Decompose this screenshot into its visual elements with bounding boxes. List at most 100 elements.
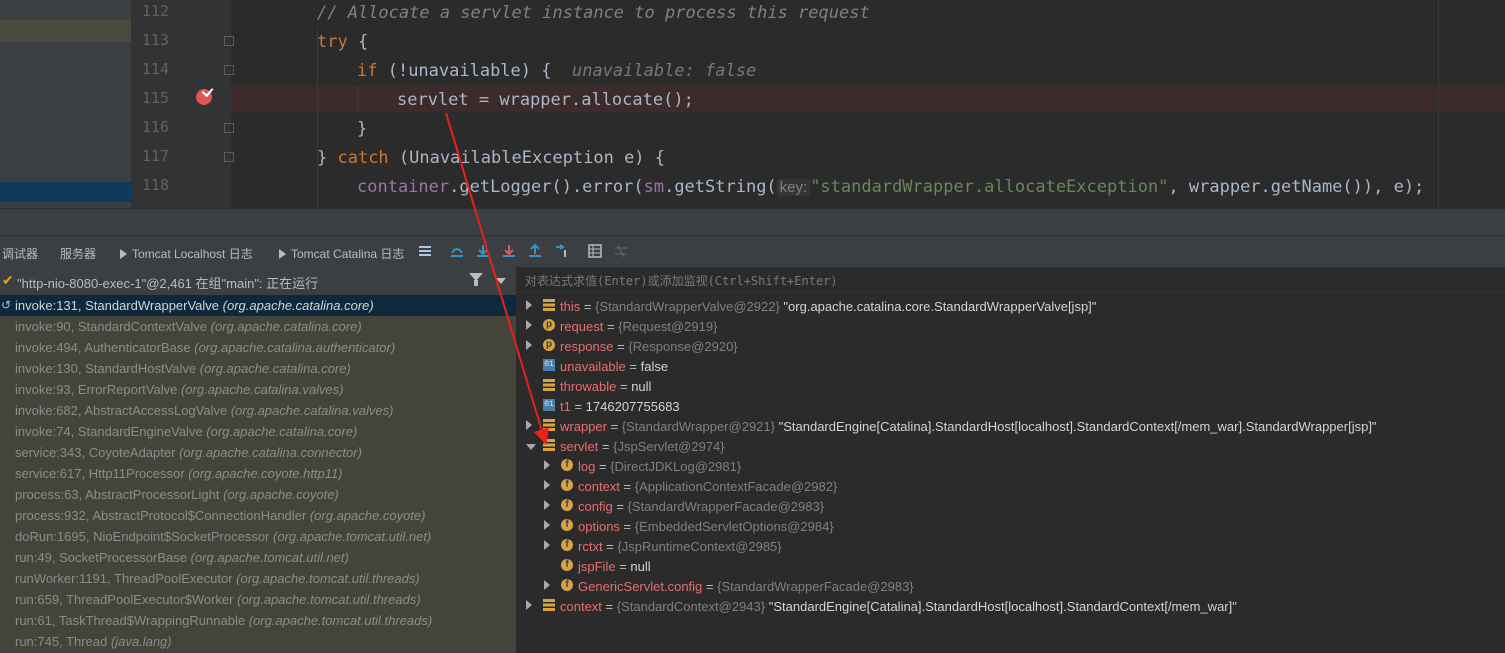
chevron-right-icon[interactable] (526, 300, 532, 310)
evaluate-expression-icon[interactable] (588, 244, 602, 258)
frame-method: run:61, TaskThread$WrappingRunnable (15, 613, 246, 628)
chevron-right-icon[interactable] (544, 540, 550, 550)
stack-frame[interactable]: invoke:494, AuthenticatorBase (org.apach… (0, 337, 516, 358)
breakpoint-icon[interactable] (196, 89, 212, 105)
chevron-down-icon[interactable] (496, 278, 506, 284)
chevron-right-icon[interactable] (526, 340, 532, 350)
stack-frame[interactable]: run:49, SocketProcessorBase (org.apache.… (0, 547, 516, 568)
fold-marker-icon[interactable] (224, 65, 234, 75)
line-number: 118 (141, 176, 169, 194)
checkmark-icon: ✔ (2, 272, 14, 288)
frame-text: service:617, Http11Processor (org.apache… (15, 466, 343, 481)
tab-tomcat-localhost-log[interactable]: Tomcat Localhost 日志 (120, 245, 253, 262)
code-line-116: } (357, 119, 368, 139)
stack-frame[interactable]: run:61, TaskThread$WrappingRunnable (org… (0, 610, 516, 631)
variable-name: context (578, 479, 620, 494)
variable-row[interactable]: 01 unavailable = false (517, 358, 1505, 378)
variable-row[interactable]: f config = {StandardWrapperFacade@2983} (517, 498, 1505, 518)
equals-sign: = (613, 339, 629, 354)
variable-row[interactable]: 01 t1 = 1746207755683 (517, 398, 1505, 418)
frame-text: invoke:494, AuthenticatorBase (org.apach… (15, 340, 395, 355)
frame-method: runWorker:1191, ThreadPoolExecutor (15, 571, 233, 586)
equals-sign: = (606, 419, 622, 434)
chevron-right-icon[interactable] (526, 420, 532, 430)
chevron-right-icon[interactable] (526, 320, 532, 330)
variable-name: servlet (560, 439, 599, 454)
code-line-113: try { (317, 32, 369, 52)
variable-row[interactable]: this = {StandardWrapperValve@2922} "org.… (517, 298, 1505, 318)
code-line-117: } catch (UnavailableException e) { (317, 148, 666, 168)
step-out-icon[interactable] (528, 244, 542, 258)
frame-method: doRun:1695, NioEndpoint$SocketProcessor (15, 529, 270, 544)
stack-frame[interactable]: invoke:93, ErrorReportValve (org.apache.… (0, 379, 516, 400)
stack-frame[interactable]: service:617, Http11Processor (org.apache… (0, 463, 516, 484)
tab-tomcat-catalina-log[interactable]: Tomcat Catalina 日志 (279, 245, 404, 262)
chevron-right-icon[interactable] (544, 500, 550, 510)
code-editor[interactable]: 112 113 114 115 116 117 118 // Allocate … (0, 0, 1505, 208)
frame-text: invoke:131, StandardWrapperValve (org.ap… (15, 298, 374, 313)
force-step-into-icon[interactable] (502, 244, 516, 258)
variable-row[interactable]: p request = {Request@2919} (517, 318, 1505, 338)
stack-frame[interactable]: invoke:682, AbstractAccessLogValve (org.… (0, 400, 516, 421)
panel-splitter[interactable] (0, 208, 1505, 236)
stack-frame[interactable]: run:659, ThreadPoolExecutor$Worker (org.… (0, 589, 516, 610)
variable-row[interactable]: f rctxt = {JspRuntimeContext@2985} (517, 538, 1505, 558)
variable-row[interactable]: p response = {Response@2920} (517, 338, 1505, 358)
frame-text: process:63, AbstractProcessorLight (org.… (15, 487, 339, 502)
filter-icon[interactable] (469, 273, 483, 286)
chevron-right-icon[interactable] (544, 460, 550, 470)
variable-text: this = {StandardWrapperValve@2922} "org.… (560, 299, 1096, 314)
chevron-right-icon[interactable] (526, 600, 532, 610)
frame-package: (org.apache.catalina.authenticator) (194, 340, 396, 355)
thread-selector[interactable]: ✔ "http-nio-8080-exec-1"@2,461 在组"main":… (0, 267, 516, 294)
variable-name: jspFile (578, 559, 616, 574)
stack-frame[interactable]: runWorker:1191, ThreadPoolExecutor (org.… (0, 568, 516, 589)
step-over-icon[interactable] (450, 244, 464, 258)
stack-frame[interactable]: invoke:74, StandardEngineValve (org.apac… (0, 421, 516, 442)
variable-row[interactable]: throwable = null (517, 378, 1505, 398)
variable-text: rctxt = {JspRuntimeContext@2985} (578, 539, 782, 554)
stack-frame[interactable]: invoke:130, StandardHostValve (org.apach… (0, 358, 516, 379)
variable-row[interactable]: f context = {ApplicationContextFacade@298… (517, 478, 1505, 498)
variable-row[interactable]: f jspFile = null (517, 558, 1505, 578)
variable-row[interactable]: context = {StandardContext@2943} "Standa… (517, 598, 1505, 618)
chevron-right-icon[interactable] (544, 580, 550, 590)
variable-row[interactable]: f log = {DirectJDKLog@2981} (517, 458, 1505, 478)
variable-name: log (578, 459, 596, 474)
primitive-icon: 01 (543, 359, 555, 371)
code-line-114: if (!unavailable) { unavailable: false (357, 61, 757, 81)
chevron-down-icon[interactable] (526, 444, 536, 450)
object-icon (543, 439, 555, 451)
frame-package: (org.apache.tomcat.util.threads) (236, 571, 420, 586)
stack-frame[interactable]: run:745, Thread (java.lang) (0, 631, 516, 652)
primitive-icon: 01 (543, 399, 555, 411)
stack-frame[interactable]: process:63, AbstractProcessorLight (org.… (0, 484, 516, 505)
variable-object-id: {Request@2919} (618, 319, 718, 334)
fold-marker-icon[interactable] (224, 152, 234, 162)
variable-text: log = {DirectJDKLog@2981} (578, 459, 741, 474)
run-to-cursor-icon[interactable] (555, 244, 569, 258)
chevron-right-icon[interactable] (544, 480, 550, 490)
stack-frame[interactable]: service:343, CoyoteAdapter (org.apache.c… (0, 442, 516, 463)
stack-frame[interactable]: ↺ invoke:131, StandardWrapperValve (org.a… (0, 295, 516, 316)
variable-row[interactable]: f GenericServlet.config = {StandardWrappe… (517, 578, 1505, 598)
chevron-right-icon[interactable] (544, 520, 550, 530)
tab-servers[interactable]: 服务器 (60, 245, 96, 262)
variable-row[interactable]: servlet = {JspServlet@2974} (517, 438, 1505, 458)
frame-package: (org.apache.tomcat.util.net) (273, 529, 432, 544)
variable-row[interactable]: wrapper = {StandardWrapper@2921} "Standa… (517, 418, 1505, 438)
tab-debugger[interactable]: 调试器 (2, 245, 38, 262)
line-gutter[interactable]: 112 113 114 115 116 117 118 (131, 0, 231, 208)
stack-frame[interactable]: process:932, AbstractProtocol$Connection… (0, 505, 516, 526)
variable-row[interactable]: f options = {EmbeddedServletOptions@2984} (517, 518, 1505, 538)
fold-marker-icon[interactable] (224, 36, 234, 46)
stack-frame[interactable]: doRun:1695, NioEndpoint$SocketProcessor … (0, 526, 516, 547)
field-icon: f (561, 519, 573, 531)
fold-marker-icon[interactable] (224, 123, 234, 133)
trace-stream-icon[interactable] (614, 244, 628, 258)
stack-frame[interactable]: invoke:90, StandardContextValve (org.apa… (0, 316, 516, 337)
menu-icon[interactable] (418, 244, 432, 258)
evaluate-expression-input[interactable] (523, 270, 1487, 291)
frame-package: (org.apache.catalina.valves) (180, 382, 344, 397)
step-into-icon[interactable] (476, 244, 490, 258)
